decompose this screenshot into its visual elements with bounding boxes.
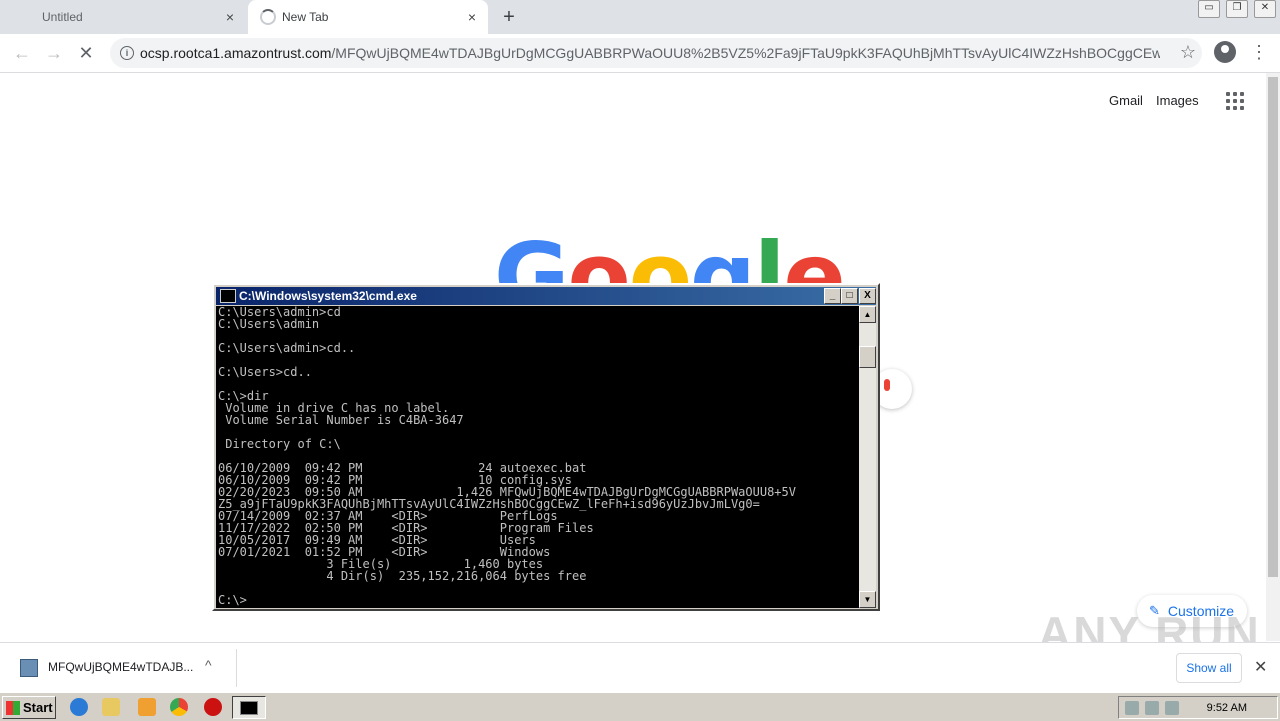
cmd-window[interactable]: C:\Windows\system32\cmd.exe _ □ X C:\Use… (212, 283, 880, 611)
tab-close-icon[interactable]: × (222, 9, 238, 25)
tab-untitled[interactable]: Untitled × (0, 0, 246, 34)
opera-icon[interactable] (204, 698, 222, 716)
system-tray: 9:52 AM (1118, 696, 1278, 719)
profile-avatar-icon[interactable] (1214, 41, 1236, 63)
url-host: ocsp.rootca1.amazontrust.com (140, 45, 332, 61)
start-label: Start (23, 700, 53, 715)
back-button[interactable]: ← (10, 41, 34, 65)
forward-button[interactable]: → (42, 41, 66, 65)
cmd-console[interactable]: C:\Users\admin>cd C:\Users\admin C:\User… (216, 306, 859, 608)
cmd-icon (220, 289, 236, 303)
windows-logo-icon (6, 700, 20, 715)
images-link[interactable]: Images (1156, 93, 1199, 108)
scroll-up-arrow-icon[interactable]: ▲ (859, 306, 876, 323)
internet-explorer-icon[interactable] (70, 698, 88, 716)
tab-new-tab[interactable]: New Tab × (248, 0, 488, 34)
cmd-maximize-button[interactable]: □ (841, 288, 858, 304)
stop-loading-button[interactable]: ✕ (74, 41, 98, 65)
explorer-folder-icon[interactable] (102, 698, 120, 716)
new-tab-button[interactable]: + (498, 6, 520, 28)
console-output: C:\Users\admin>cd C:\Users\admin C:\User… (218, 306, 796, 607)
cmd-close-button[interactable]: X (859, 288, 876, 304)
address-bar[interactable]: i ocsp.rootca1.amazontrust.com/MFQwUjBQM… (110, 38, 1202, 68)
info-icon[interactable]: i (120, 46, 134, 60)
cmd-title: C:\Windows\system32\cmd.exe (239, 289, 417, 303)
loading-spinner-icon (260, 9, 276, 25)
browser-toolbar: ← → ✕ i ocsp.rootca1.amazontrust.com/MFQ… (0, 34, 1280, 73)
chevron-up-icon[interactable]: ^ (205, 657, 212, 673)
scroll-thumb[interactable] (859, 346, 876, 368)
windows-taskbar: Start 9:52 AM (0, 692, 1280, 721)
file-icon (20, 659, 38, 677)
url-text[interactable]: ocsp.rootca1.amazontrust.com/MFQwUjBQME4… (140, 45, 1160, 61)
download-bar: MFQwUjBQME4wTDAJB.... ^ Show all ✕ (0, 642, 1280, 693)
browser-menu-icon[interactable]: ⋮ (1250, 42, 1268, 62)
scroll-down-arrow-icon[interactable]: ▼ (859, 591, 876, 608)
network-icon[interactable] (1145, 700, 1159, 715)
page-scrollbar[interactable] (1266, 73, 1280, 641)
close-download-bar-icon[interactable]: ✕ (1254, 657, 1267, 677)
volume-icon[interactable] (1125, 700, 1139, 715)
action-center-flag-icon[interactable] (1165, 700, 1179, 715)
scroll-thumb[interactable] (1268, 77, 1278, 577)
tab-strip: Untitled × New Tab × + ▭ ❐ ✕ (0, 0, 1280, 34)
media-player-icon[interactable] (138, 698, 156, 716)
clock[interactable]: 9:52 AM (1207, 702, 1247, 714)
chrome-icon[interactable] (170, 698, 188, 716)
bookmark-star-icon[interactable]: ☆ (1180, 42, 1196, 63)
google-apps-icon[interactable] (1226, 92, 1244, 110)
tab-label: New Tab (282, 10, 329, 24)
tab-label: Untitled (42, 10, 83, 24)
cmd-titlebar[interactable]: C:\Windows\system32\cmd.exe _ □ X (216, 287, 876, 305)
url-path: /MFQwUjBQME4wTDAJBgUrDgMCGgUABBRPWaOUU8%… (331, 45, 1160, 61)
gmail-link[interactable]: Gmail (1109, 93, 1143, 108)
cmd-icon (240, 701, 258, 715)
window-controls: ▭ ❐ ✕ (1192, 0, 1276, 18)
close-window-button[interactable]: ✕ (1254, 0, 1276, 18)
cmd-scrollbar[interactable]: ▲ ▼ (859, 306, 876, 608)
restore-button[interactable]: ❐ (1226, 0, 1248, 18)
show-all-button[interactable]: Show all (1176, 653, 1242, 683)
minimize-button[interactable]: ▭ (1198, 0, 1220, 18)
download-filename[interactable]: MFQwUjBQME4wTDAJB.... (48, 660, 193, 674)
cmd-minimize-button[interactable]: _ (824, 288, 841, 304)
tab-close-icon[interactable]: × (464, 9, 480, 25)
start-button[interactable]: Start (2, 696, 56, 719)
divider (236, 649, 237, 687)
cmd-taskbar-button[interactable] (232, 696, 266, 719)
